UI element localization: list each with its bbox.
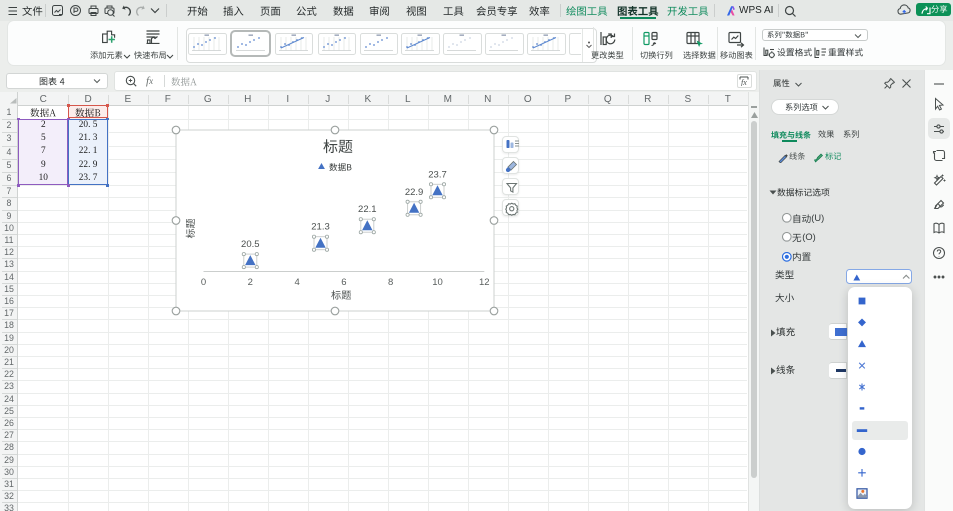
svg-text:23.7: 23.7 (428, 169, 447, 180)
svg-text:20.5: 20.5 (241, 239, 259, 250)
svg-text:21.3: 21.3 (311, 222, 330, 233)
svg-text:22.9: 22.9 (405, 187, 424, 198)
svg-text:4: 4 (294, 277, 299, 288)
svg-text:12: 12 (479, 277, 490, 288)
svg-text:0: 0 (201, 277, 206, 288)
svg-text:22.1: 22.1 (358, 204, 377, 215)
svg-text:6: 6 (341, 277, 346, 288)
svg-text:10: 10 (432, 277, 443, 288)
svg-text:2: 2 (248, 277, 253, 288)
svg-text:8: 8 (388, 277, 393, 288)
svg-text:fx: fx (741, 78, 747, 86)
